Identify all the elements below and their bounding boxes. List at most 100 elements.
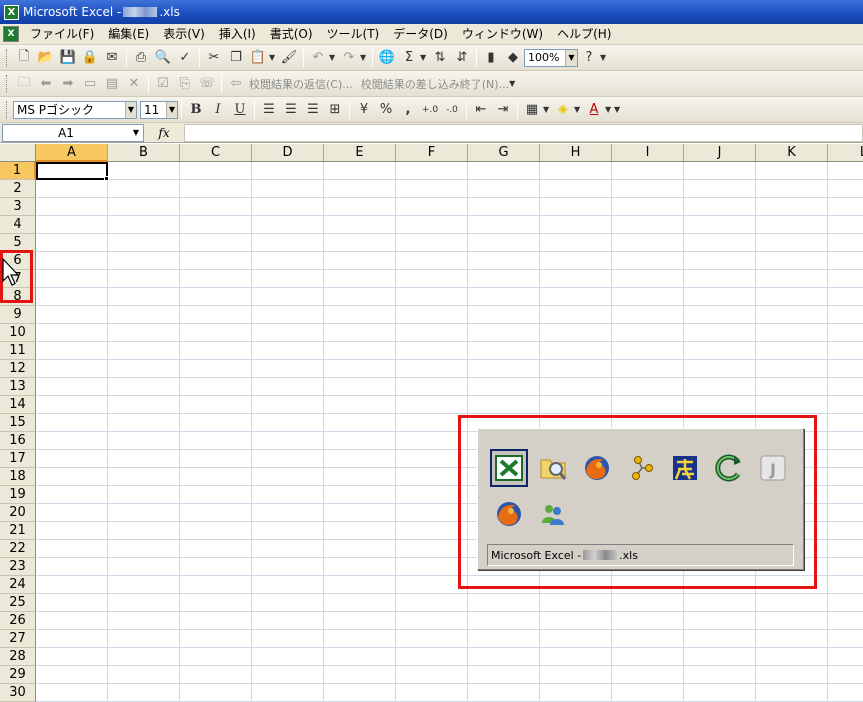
menu-edit[interactable]: 編集(E) — [101, 24, 156, 45]
column-header[interactable]: I — [612, 144, 684, 162]
print-icon[interactable]: ⎙ — [130, 47, 152, 69]
row-header[interactable]: 25 — [0, 594, 36, 612]
reply-icon[interactable]: ⇦ — [225, 73, 247, 95]
row-header[interactable]: 18 — [0, 468, 36, 486]
column-header[interactable]: A — [36, 144, 108, 162]
autosum-icon[interactable]: Σ — [398, 47, 420, 69]
align-right-icon[interactable]: ☰ — [302, 99, 324, 121]
row-header[interactable]: 17 — [0, 450, 36, 468]
row-header[interactable]: 13 — [0, 378, 36, 396]
column-header[interactable]: J — [684, 144, 756, 162]
zoom-select[interactable]: 100% ▼ — [524, 48, 578, 67]
kanji-app-icon[interactable] — [666, 449, 704, 487]
new-icon[interactable]: 🗋 — [13, 47, 35, 69]
image-viewer-icon[interactable] — [534, 449, 572, 487]
chart-wizard-icon[interactable]: ▮ — [480, 47, 502, 69]
help-icon[interactable]: ? — [578, 47, 600, 69]
spelling-icon[interactable]: ✓ — [174, 47, 196, 69]
paste-icon[interactable]: 📋 — [247, 47, 269, 69]
copy-icon[interactable]: ❐ — [225, 47, 247, 69]
messenger-icon[interactable] — [534, 495, 572, 533]
menu-format[interactable]: 書式(O) — [263, 24, 320, 45]
row-header[interactable]: 30 — [0, 684, 36, 702]
font-color-dropdown-icon[interactable]: ▼ — [605, 105, 614, 114]
menu-file[interactable]: ファイル(F) — [23, 24, 101, 45]
fill-color-dropdown-icon[interactable]: ▼ — [574, 105, 583, 114]
row-header[interactable]: 16 — [0, 432, 36, 450]
comma-button[interactable]: , — [397, 99, 419, 121]
menu-help[interactable]: ヘルプ(H) — [550, 24, 618, 45]
save-icon[interactable]: 💾 — [57, 47, 79, 69]
java-icon[interactable]: J — [754, 449, 792, 487]
menu-insert[interactable]: 挿入(I) — [212, 24, 263, 45]
menu-data[interactable]: データ(D) — [386, 24, 455, 45]
row-header[interactable]: 11 — [0, 342, 36, 360]
decrease-indent-icon[interactable]: ⇤ — [470, 99, 492, 121]
firefox-icon[interactable] — [578, 449, 616, 487]
column-header[interactable]: B — [108, 144, 180, 162]
fill-handle[interactable] — [104, 176, 109, 181]
currency-icon[interactable]: ¥ — [353, 99, 375, 121]
font-name-select[interactable]: MS Pゴシック ▼ — [13, 100, 137, 119]
column-header[interactable]: C — [180, 144, 252, 162]
column-header[interactable]: K — [756, 144, 828, 162]
align-left-icon[interactable]: ☰ — [258, 99, 280, 121]
track-changes-icon[interactable]: ☑ — [152, 73, 174, 95]
row-header[interactable]: 1 — [0, 162, 36, 180]
borders-dropdown-icon[interactable]: ▼ — [543, 105, 552, 114]
row-header[interactable]: 28 — [0, 648, 36, 666]
percent-button[interactable]: % — [375, 99, 397, 121]
paste-dropdown-icon[interactable]: ▼ — [269, 53, 278, 62]
previous-comment-icon[interactable]: ⬅ — [35, 73, 57, 95]
chevron-down-icon[interactable]: ▼ — [129, 128, 143, 137]
row-header[interactable]: 23 — [0, 558, 36, 576]
cut-icon[interactable]: ✂ — [203, 47, 225, 69]
hyperlink-icon[interactable]: 🌐 — [376, 47, 398, 69]
chevron-down-icon[interactable]: ▼ — [565, 49, 577, 66]
update-file-icon[interactable]: ⎘ — [174, 73, 196, 95]
redo-dropdown-icon[interactable]: ▼ — [360, 53, 369, 62]
underline-button[interactable]: U — [229, 99, 251, 121]
toolbar-options-icon[interactable]: ▼ — [614, 105, 623, 114]
send-to-icon[interactable]: ☏ — [196, 73, 218, 95]
row-header[interactable]: 15 — [0, 414, 36, 432]
toolbar-grip[interactable] — [6, 74, 9, 93]
formula-input[interactable] — [184, 123, 863, 142]
column-header[interactable]: G — [468, 144, 540, 162]
column-header[interactable]: L — [828, 144, 863, 162]
increase-indent-icon[interactable]: ⇥ — [492, 99, 514, 121]
sort-descending-icon[interactable]: ⇵ — [451, 47, 473, 69]
title-bar[interactable]: X Microsoft Excel - .xls — [0, 0, 863, 24]
column-header[interactable]: E — [324, 144, 396, 162]
row-header[interactable]: 20 — [0, 504, 36, 522]
delete-comment-icon[interactable]: ✕ — [123, 73, 145, 95]
format-painter-icon[interactable]: 🖌 — [278, 47, 300, 69]
row-header[interactable]: 4 — [0, 216, 36, 234]
row-header[interactable]: 29 — [0, 666, 36, 684]
refresh-app-icon[interactable] — [710, 449, 748, 487]
print-preview-icon[interactable]: 🔍 — [152, 47, 174, 69]
row-header[interactable]: 2 — [0, 180, 36, 198]
permission-icon[interactable]: 🔒 — [79, 47, 101, 69]
excel-app-icon[interactable]: X — [4, 4, 19, 20]
font-size-select[interactable]: 11 ▼ — [140, 100, 178, 119]
menu-tools[interactable]: ツール(T) — [320, 24, 387, 45]
undo-dropdown-icon[interactable]: ▼ — [329, 53, 338, 62]
row-header[interactable]: 27 — [0, 630, 36, 648]
row-header[interactable]: 3 — [0, 198, 36, 216]
redo-icon[interactable]: ↷ — [338, 47, 360, 69]
italic-button[interactable]: I — [207, 99, 229, 121]
autosum-dropdown-icon[interactable]: ▼ — [420, 53, 429, 62]
row-header[interactable]: 22 — [0, 540, 36, 558]
drawing-icon[interactable]: ◆ — [502, 47, 524, 69]
chevron-down-icon[interactable]: ▼ — [166, 101, 177, 118]
toolbar-grip[interactable] — [6, 48, 9, 67]
document-icon[interactable]: X — [3, 26, 19, 42]
row-header[interactable]: 10 — [0, 324, 36, 342]
font-color-icon[interactable]: A — [583, 99, 605, 121]
row-header[interactable]: 21 — [0, 522, 36, 540]
increase-decimal-icon[interactable]: +.0 — [419, 99, 441, 121]
active-cell-a1[interactable] — [36, 162, 108, 180]
row-header[interactable]: 26 — [0, 612, 36, 630]
row-header[interactable]: 9 — [0, 306, 36, 324]
